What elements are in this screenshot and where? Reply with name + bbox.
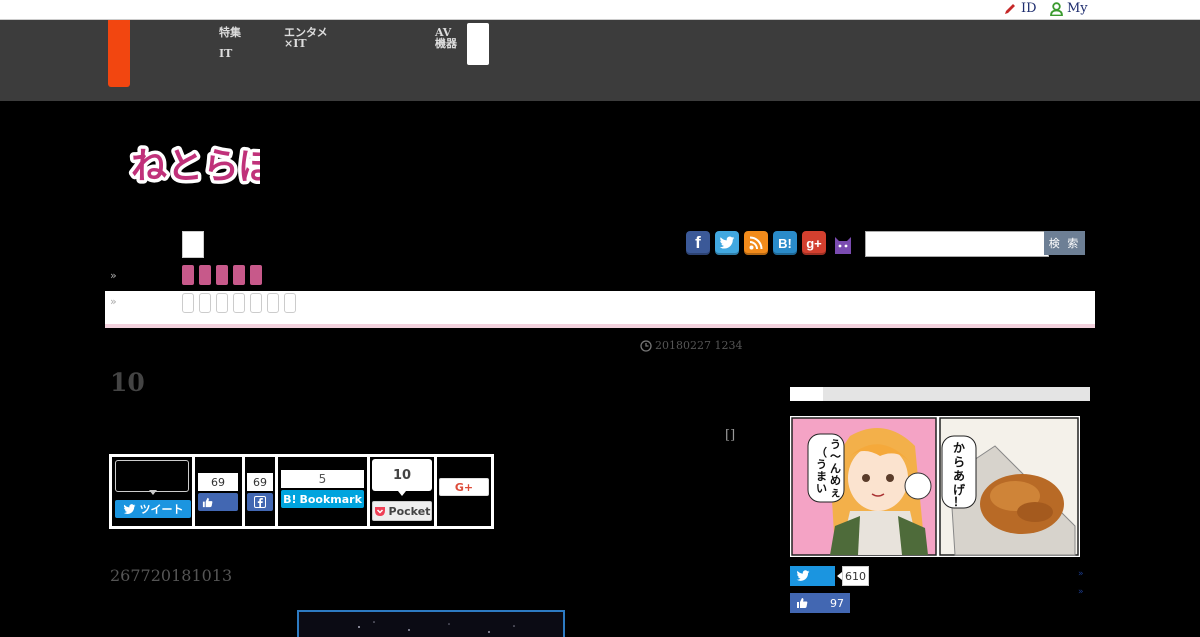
facebook-like-button[interactable] xyxy=(198,493,238,511)
sidebar-tweet-count: 610 xyxy=(842,566,869,586)
google-plus-cell: G+ xyxy=(437,457,491,526)
search-input[interactable] xyxy=(865,231,1049,257)
id-link-label: ID xyxy=(1021,1,1037,16)
site-header xyxy=(0,20,1200,101)
article-lead: 267720181013 xyxy=(110,566,233,585)
hatena-b-icon: B! xyxy=(283,492,297,506)
like-count: 69 xyxy=(198,473,238,491)
google-plus-button[interactable]: G+ xyxy=(439,478,489,496)
rss-icon[interactable] xyxy=(744,231,768,255)
tweet-count-bubble xyxy=(115,460,189,492)
bubble-pointer xyxy=(149,490,157,495)
site-logo[interactable]: ねとらぼ ねとらぼ xyxy=(128,138,279,194)
clock-icon xyxy=(640,339,652,352)
my-link-label: My xyxy=(1067,1,1088,16)
sidebar-more-link[interactable]: » xyxy=(1078,587,1084,597)
facebook-share-button[interactable] xyxy=(247,493,273,511)
pocket-cell: 10 Pocket xyxy=(370,457,434,526)
twitter-icon xyxy=(123,503,135,514)
logo-image: ねとらぼ ねとらぼ xyxy=(128,143,279,191)
category-tab[interactable] xyxy=(233,265,245,285)
facebook-like-cell: 69 xyxy=(195,457,242,526)
fireworks-image xyxy=(358,621,515,633)
twitter-share-cell: ツイート xyxy=(112,457,192,526)
sidebar-tweet-button[interactable] xyxy=(790,566,835,586)
article-date: 20180227 1234 xyxy=(640,339,742,352)
search-button[interactable]: 検 索 xyxy=(1044,231,1085,255)
share-buttons: ツイート 69 69 5 B! Bookmark 10 Pocket G+ xyxy=(109,454,494,529)
facebook-icon xyxy=(254,496,266,508)
hatena-count: 5 xyxy=(281,470,364,488)
brand-tab[interactable] xyxy=(108,20,130,87)
nav-label-line2: 機器 xyxy=(435,37,457,50)
logo-text: ねとらぼ xyxy=(131,146,260,187)
my-link[interactable]: My xyxy=(1050,1,1088,16)
tweet-label: ツイート xyxy=(139,503,184,516)
breadcrumb-marker: » xyxy=(110,269,117,282)
header-menu-box[interactable] xyxy=(467,23,489,65)
subnav-tab[interactable] xyxy=(216,293,228,313)
id-link[interactable]: ID xyxy=(1003,1,1037,16)
article-image[interactable] xyxy=(297,610,565,637)
thumbs-up-icon xyxy=(202,497,213,507)
facebook-icon[interactable]: f xyxy=(686,231,710,255)
category-tab[interactable] xyxy=(250,265,262,285)
category-tab[interactable] xyxy=(182,265,194,285)
breadcrumb-marker: » xyxy=(110,295,117,308)
pocket-count: 10 xyxy=(372,459,432,491)
nav-label-line2: ×IT xyxy=(284,37,307,50)
header-nav-item-av[interactable]: AV 機器 xyxy=(435,27,457,49)
article-title: 10 xyxy=(110,368,145,397)
tweet-button[interactable]: ツイート xyxy=(115,500,191,518)
sidebar-more-link[interactable]: » xyxy=(1078,569,1084,579)
subnav-tab[interactable] xyxy=(250,293,262,313)
subnav-tab[interactable] xyxy=(267,293,279,313)
sidebar-heading-tab[interactable] xyxy=(790,387,823,401)
hatena-bookmark-icon[interactable]: B! xyxy=(773,231,797,255)
cat-icon[interactable] xyxy=(831,231,855,255)
manga-illustration: う〜んめぇ （うまい からあげ！ xyxy=(791,417,1079,556)
nav-label-line1: 特集 xyxy=(219,26,241,39)
facebook-share-cell: 69 xyxy=(245,457,275,526)
subnav-tab[interactable] xyxy=(182,293,194,313)
sidebar-facebook-like-button[interactable]: 97 xyxy=(790,593,850,613)
header-nav-item-entertainment[interactable]: エンタメ ×IT xyxy=(284,27,328,49)
category-tab[interactable] xyxy=(216,265,228,285)
speech-right-text: からあげ！ xyxy=(953,441,966,509)
user-icon xyxy=(1050,1,1063,16)
nav-home-box[interactable] xyxy=(182,231,204,258)
article-date-text: 20180227 1234 xyxy=(655,339,743,352)
pocket-icon xyxy=(374,507,385,516)
bubble-pointer xyxy=(398,491,406,496)
pocket-button[interactable]: Pocket xyxy=(372,501,432,521)
google-plus-icon[interactable]: g+ xyxy=(802,231,826,255)
article-bracket: [] xyxy=(725,428,736,443)
category-tab[interactable] xyxy=(199,265,211,285)
subnav-tab[interactable] xyxy=(284,293,296,313)
twitter-icon[interactable] xyxy=(715,231,739,255)
subnav-tab[interactable] xyxy=(233,293,245,313)
nav-label-line2: IT xyxy=(219,47,233,60)
hatena-bookmark-cell: 5 B! Bookmark xyxy=(278,457,367,526)
twitter-icon xyxy=(796,570,810,581)
sidebar-facebook-count: 97 xyxy=(830,596,844,610)
speech-left-text: う〜んめぇ （うまい xyxy=(816,438,845,499)
subnav-tab[interactable] xyxy=(199,293,211,313)
thumbs-up-icon xyxy=(797,598,808,608)
top-utility-bar: ID My xyxy=(0,0,1200,20)
hatena-label: Bookmark xyxy=(299,492,362,506)
header-nav-item-it[interactable]: 特集 IT xyxy=(219,27,241,59)
pocket-label: Pocket xyxy=(388,504,431,518)
sidebar-heading-bar xyxy=(790,387,1090,401)
pencil-icon xyxy=(1005,3,1015,14)
hatena-bookmark-button[interactable]: B! Bookmark xyxy=(281,490,364,508)
subnav-underline xyxy=(105,324,1095,328)
facebook-share-count: 69 xyxy=(247,473,273,491)
sidebar-manga-banner[interactable]: う〜んめぇ （うまい からあげ！ xyxy=(790,416,1080,557)
